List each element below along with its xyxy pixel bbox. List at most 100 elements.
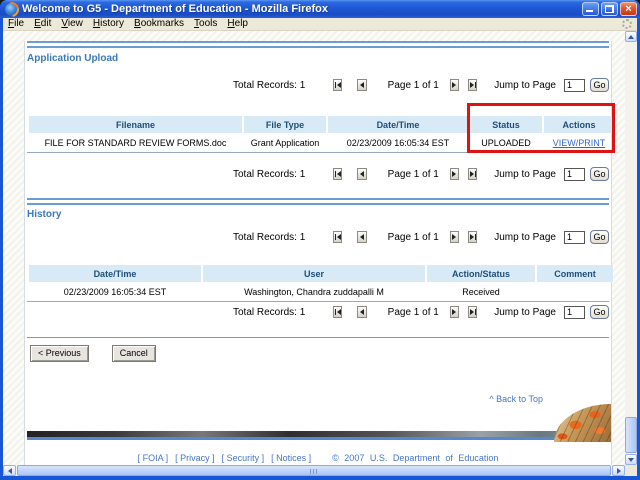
close-button[interactable]: × — [620, 2, 637, 16]
history-pagination-bottom: Total Records: 1 Page 1 of 1 Jump to Pag… — [27, 305, 609, 319]
last-page-button[interactable] — [468, 168, 478, 180]
go-button[interactable]: Go — [589, 230, 609, 244]
minimize-button[interactable] — [582, 2, 599, 16]
previous-page-button[interactable] — [357, 168, 367, 180]
history-table: Date/Time User Action/Status Comment 02/… — [27, 263, 615, 301]
content-divider — [27, 337, 609, 338]
history-section-title: History — [27, 209, 62, 220]
scroll-up-button[interactable] — [625, 31, 637, 42]
horizontal-scroll-thumb[interactable] — [17, 465, 611, 476]
restore-icon — [605, 5, 614, 13]
upload-table-header-row: Filename File Type Date/Time Status Acti… — [29, 116, 614, 133]
scroll-left-button[interactable] — [3, 465, 16, 476]
privacy-link[interactable]: [ Privacy ] — [175, 453, 215, 463]
last-page-button[interactable] — [468, 79, 478, 91]
footer-links: [ FOIA ] [ Privacy ] [ Security ] [ Noti… — [27, 453, 609, 463]
next-page-button[interactable] — [449, 168, 460, 180]
page-indicator: Page 1 of 1 — [387, 168, 439, 180]
menu-history[interactable]: History — [88, 18, 129, 30]
scroll-up-icon — [628, 34, 634, 39]
previous-page-button[interactable] — [357, 306, 367, 318]
security-link[interactable]: [ Security ] — [222, 453, 265, 463]
classroom-photo — [554, 404, 611, 442]
jump-to-page-input[interactable] — [563, 305, 585, 319]
col-comment: Comment — [537, 265, 613, 282]
pagination-bar: Total Records: 1 Page 1 of 1 Jump to Pag… — [27, 78, 609, 92]
action-buttons: < Previous Cancel — [27, 345, 609, 362]
menu-help[interactable]: Help — [222, 18, 253, 30]
scroll-down-button[interactable] — [625, 454, 637, 465]
first-page-button[interactable] — [333, 306, 343, 318]
cell-datetime: 02/23/2009 16:05:34 EST — [63, 286, 167, 297]
menu-bookmarks[interactable]: Bookmarks — [129, 18, 189, 30]
last-page-button[interactable] — [468, 231, 478, 243]
menu-file[interactable]: File — [3, 18, 29, 30]
menu-view[interactable]: View — [56, 18, 88, 30]
next-page-button[interactable] — [449, 79, 460, 91]
total-records-label: Total Records: 1 — [233, 79, 306, 91]
previous-button[interactable]: < Previous — [30, 345, 89, 362]
view-print-link[interactable]: VIEW/PRINT — [553, 138, 606, 148]
title-bar[interactable]: Welcome to G5 - Department of Education … — [0, 0, 640, 18]
restore-button[interactable] — [601, 2, 618, 16]
notices-link[interactable]: [ Notices ] — [271, 453, 311, 463]
col-action-status: Action/Status — [427, 265, 535, 282]
foia-link[interactable]: [ FOIA ] — [138, 453, 169, 463]
scrollbar-corner — [625, 465, 637, 476]
last-page-icon — [469, 171, 474, 177]
next-page-icon — [452, 82, 457, 88]
pagination-bar: Total Records: 1 Page 1 of 1 Jump to Pag… — [27, 305, 609, 319]
vertical-scroll-thumb[interactable] — [625, 417, 637, 453]
cell-status: UPLOADED — [481, 137, 531, 148]
first-page-button[interactable] — [333, 231, 343, 243]
scroll-right-icon — [616, 467, 621, 474]
first-page-icon — [334, 82, 336, 88]
last-page-icon — [469, 82, 474, 88]
cell-datetime: 02/23/2009 16:05:34 EST — [346, 137, 450, 148]
jump-to-page-input[interactable] — [563, 230, 585, 244]
section-divider — [27, 198, 609, 205]
back-to-top-link[interactable]: ^ Back to Top — [489, 394, 543, 404]
horizontal-scrollbar[interactable] — [3, 465, 625, 476]
jump-to-page-input[interactable] — [563, 78, 585, 92]
first-page-icon — [334, 171, 336, 177]
page-content: Application Upload Total Records: 1 Page… — [24, 41, 615, 465]
first-page-icon — [334, 309, 336, 315]
menu-tools[interactable]: Tools — [189, 18, 222, 30]
col-file-type: File Type — [244, 116, 326, 133]
throbber-icon — [622, 19, 632, 29]
previous-page-button[interactable] — [357, 231, 367, 243]
cell-file-type: Grant Application — [250, 137, 320, 148]
jump-to-page-label: Jump to Page — [494, 306, 556, 318]
scroll-right-button[interactable] — [612, 465, 625, 476]
minimize-icon — [586, 10, 593, 12]
col-datetime: Date/Time — [328, 116, 468, 133]
go-button[interactable]: Go — [589, 78, 609, 92]
jump-to-page-input[interactable] — [563, 167, 585, 181]
last-page-icon — [469, 234, 474, 240]
pagination-bar: Total Records: 1 Page 1 of 1 Jump to Pag… — [27, 230, 609, 244]
first-page-button[interactable] — [333, 79, 343, 91]
cell-filename: FILE FOR STANDARD REVIEW FORMS.doc — [44, 137, 227, 148]
total-records-label: Total Records: 1 — [233, 168, 306, 180]
go-button[interactable]: Go — [589, 305, 609, 319]
history-table-row: 02/23/2009 16:05:34 EST Washington, Chan… — [29, 284, 613, 299]
copyright-text: © 2007 U.S. Department of Education — [332, 453, 499, 463]
first-page-button[interactable] — [333, 168, 343, 180]
vertical-scrollbar[interactable] — [625, 31, 637, 465]
next-page-button[interactable] — [449, 231, 460, 243]
cancel-button[interactable]: Cancel — [111, 345, 156, 362]
close-icon: × — [625, 3, 632, 15]
scroll-down-icon — [628, 457, 634, 462]
col-actions: Actions — [544, 116, 614, 133]
browser-window: Welcome to G5 - Department of Education … — [0, 0, 640, 480]
previous-page-button[interactable] — [357, 79, 367, 91]
next-page-icon — [452, 234, 457, 240]
pagination-bar: Total Records: 1 Page 1 of 1 Jump to Pag… — [27, 167, 609, 181]
go-button[interactable]: Go — [589, 167, 609, 181]
menu-edit[interactable]: Edit — [29, 18, 56, 30]
section-divider — [27, 41, 609, 48]
next-page-button[interactable] — [449, 306, 460, 318]
last-page-icon — [469, 309, 474, 315]
last-page-button[interactable] — [468, 306, 478, 318]
